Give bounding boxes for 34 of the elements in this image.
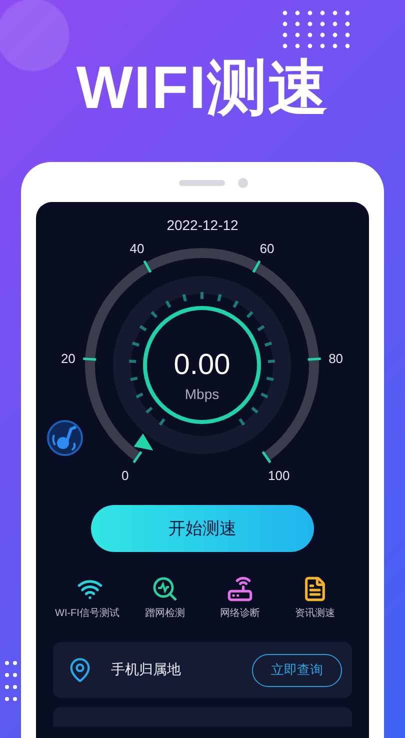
router-icon bbox=[227, 576, 253, 602]
floating-note-icon[interactable] bbox=[47, 420, 83, 456]
date-label: 2022-12-12 bbox=[166, 217, 238, 235]
tool-item[interactable]: 蹭网检测 bbox=[128, 576, 202, 620]
tool-item[interactable]: 网络诊断 bbox=[202, 576, 278, 620]
phone-camera bbox=[238, 178, 248, 188]
scale-label: 20 bbox=[60, 350, 76, 366]
tool-item[interactable]: WI-FI信号测试 bbox=[52, 576, 128, 620]
speed-reading: 0.00 bbox=[174, 349, 230, 381]
scale-tick bbox=[252, 260, 261, 273]
scale-label: 80 bbox=[328, 350, 344, 366]
phone-speaker bbox=[179, 180, 225, 186]
tool-label: WI-FI信号测试 bbox=[55, 608, 120, 620]
pulse-magnifier-icon bbox=[152, 576, 178, 602]
headline: WIFI测速 bbox=[76, 53, 329, 123]
tool-label: 蹭网检测 bbox=[144, 608, 186, 620]
query-button[interactable]: 立即查询 bbox=[252, 654, 342, 686]
tool-item[interactable]: 资讯测速 bbox=[278, 576, 352, 620]
scale-label: 60 bbox=[260, 240, 274, 256]
pointer-icon bbox=[134, 434, 154, 450]
scale-label: 100 bbox=[268, 468, 290, 483]
scale-tick bbox=[132, 451, 142, 464]
scale-label: 0 bbox=[122, 468, 129, 483]
scale-label: 40 bbox=[130, 240, 144, 256]
tool-label: 资讯测速 bbox=[294, 608, 336, 620]
scale-tick bbox=[262, 451, 272, 464]
start-test-button[interactable]: 开始测速 bbox=[91, 505, 314, 552]
document-icon bbox=[302, 576, 328, 602]
scale-tick bbox=[308, 358, 321, 361]
tool-label: 网络诊断 bbox=[219, 608, 261, 620]
speed-unit: Mbps bbox=[184, 386, 220, 402]
scale-tick bbox=[83, 358, 96, 361]
card-title: 手机归属地 bbox=[111, 661, 182, 679]
scale-tick bbox=[143, 260, 152, 273]
